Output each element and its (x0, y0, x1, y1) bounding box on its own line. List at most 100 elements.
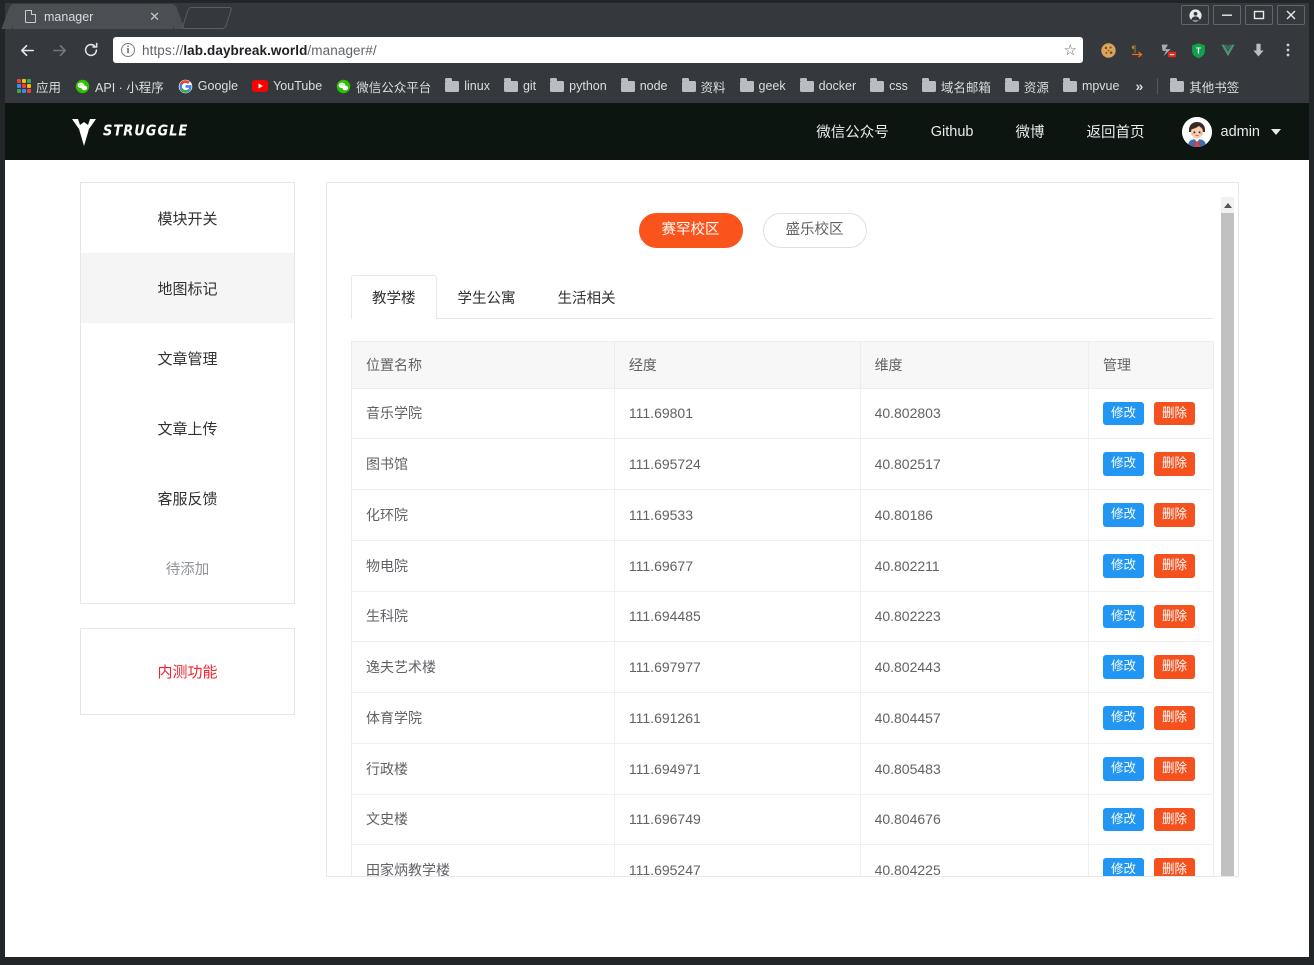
bookmark-folder-docker[interactable]: docker (794, 76, 863, 96)
sidebar-item-article-upload[interactable]: 文章上传 (81, 393, 294, 463)
delete-button[interactable]: 删除 (1154, 452, 1196, 476)
bookmark-folder-domain-mail[interactable]: 域名邮箱 (916, 74, 997, 99)
minimize-icon[interactable] (1213, 5, 1241, 25)
edit-button[interactable]: 修改 (1102, 706, 1144, 730)
edit-button[interactable]: 修改 (1102, 756, 1144, 781)
page-icon (25, 10, 36, 23)
bookmark-star-icon[interactable]: ☆ (1064, 41, 1077, 59)
column-header-longitude: 经度 (613, 340, 861, 389)
bookmark-folder-ziliao[interactable]: 资料 (676, 74, 732, 99)
nav-link-github[interactable]: Github (910, 124, 995, 140)
delete-button[interactable]: 删除 (1154, 604, 1196, 629)
nav-link-wechat[interactable]: 微信公众号 (795, 121, 910, 142)
edit-button[interactable]: 修改 (1102, 553, 1144, 578)
edit-button[interactable]: 修改 (1102, 452, 1144, 476)
user-menu[interactable]: admin (1166, 116, 1281, 147)
cell-location-name: 音乐学院 (351, 388, 615, 440)
cell-longitude: 111.695247 (613, 844, 861, 876)
close-icon[interactable]: ✕ (146, 8, 163, 25)
bookmark-wechat-platform[interactable]: 微信公众平台 (330, 74, 437, 99)
site-info-icon[interactable]: i (121, 43, 135, 57)
nav-link-weibo[interactable]: 微博 (995, 121, 1066, 142)
tab-life-related[interactable]: 生活相关 (537, 275, 637, 319)
cell-location-name: 文史楼 (351, 794, 615, 846)
delete-button[interactable]: 删除 (1154, 655, 1196, 679)
bookmark-folder-python[interactable]: python (544, 76, 613, 96)
panel-scrollbar[interactable] (1221, 197, 1234, 876)
edit-button[interactable]: 修改 (1102, 503, 1144, 527)
bookmark-api-miniprogram[interactable]: API · 小程序 (69, 74, 170, 99)
paragraph-arrow-icon[interactable]: ¶ (1125, 37, 1151, 63)
profile-avatar-icon[interactable] (1181, 5, 1209, 25)
sidebar-item-beta[interactable]: 内测功能 (81, 629, 294, 714)
edit-button[interactable]: 修改 (1102, 604, 1144, 629)
tab-strip: manager ✕ (5, 3, 233, 29)
campus-toggle-group: 赛罕校区 盛乐校区 (351, 213, 1214, 248)
cell-latitude: 40.80186 (859, 489, 1089, 541)
cell-longitude: 111.694485 (613, 591, 861, 643)
bookmark-folder-ziyuan[interactable]: 资源 (999, 74, 1055, 99)
bookmark-google[interactable]: Google (172, 76, 244, 97)
bookmark-folder-linux[interactable]: linux (439, 76, 496, 96)
sidebar-item-pending[interactable]: 待添加 (81, 533, 294, 603)
scroll-up-icon[interactable] (1221, 197, 1234, 213)
cell-longitude: 111.697977 (613, 641, 861, 693)
sidebar-item-map-markers[interactable]: 地图标记 (81, 253, 294, 323)
sidebar: 模块开关 地图标记 文章管理 文章上传 客服反馈 待添加 内测功能 (80, 182, 295, 877)
other-bookmarks-button[interactable]: 其他书签 (1164, 74, 1245, 99)
nav-link-home[interactable]: 返回首页 (1066, 121, 1166, 142)
tab-student-dorms[interactable]: 学生公寓 (437, 275, 537, 319)
back-icon[interactable] (13, 36, 41, 64)
close-window-icon[interactable] (1277, 5, 1305, 25)
bookmarks-overflow-icon[interactable]: » (1127, 78, 1151, 94)
bookmark-folder-node[interactable]: node (615, 76, 674, 96)
sidebar-item-article-manage[interactable]: 文章管理 (81, 323, 294, 393)
bookmark-folder-geek[interactable]: geek (734, 76, 792, 96)
tampermonkey-icon[interactable]: T (1185, 37, 1211, 63)
download-icon[interactable] (1245, 37, 1271, 63)
maximize-icon[interactable] (1245, 5, 1273, 25)
new-tab-button[interactable] (181, 7, 233, 29)
cell-actions: 修改 删除 (1087, 641, 1215, 693)
delete-button[interactable]: 删除 (1154, 706, 1196, 730)
edit-button[interactable]: 修改 (1102, 858, 1144, 876)
vue-devtools-icon[interactable] (1215, 37, 1241, 63)
bookmark-apps[interactable]: 应用 (11, 74, 67, 99)
bookmark-label: mpvue (1081, 79, 1120, 93)
campus-button-shengle[interactable]: 盛乐校区 (762, 213, 867, 248)
bookmark-youtube[interactable]: YouTube (246, 76, 328, 96)
edit-button[interactable]: 修改 (1102, 401, 1144, 426)
cell-actions: 修改 删除 (1087, 692, 1215, 744)
cell-latitude: 40.804457 (859, 692, 1089, 744)
delete-button[interactable]: 删除 (1154, 553, 1196, 578)
delete-button[interactable]: 删除 (1154, 401, 1196, 426)
delete-button[interactable]: 删除 (1154, 756, 1196, 781)
tab-teaching-buildings[interactable]: 教学楼 (351, 274, 437, 319)
edit-button[interactable]: 修改 (1102, 807, 1144, 832)
reload-icon[interactable] (77, 36, 105, 64)
bookmark-label: linux (464, 79, 490, 93)
sidebar-beta-card: 内测功能 (80, 628, 295, 715)
cell-latitude: 40.804676 (859, 794, 1089, 846)
bookmark-folder-css[interactable]: css (864, 76, 914, 96)
delete-button[interactable]: 删除 (1154, 503, 1196, 527)
sidebar-item-module-switch[interactable]: 模块开关 (81, 183, 294, 253)
proxy-switch-icon[interactable] (1155, 37, 1181, 63)
cell-location-name: 物电院 (351, 540, 615, 592)
campus-button-saihan[interactable]: 赛罕校区 (638, 213, 743, 248)
cell-longitude: 111.69533 (613, 489, 861, 541)
browser-tab[interactable]: manager ✕ (13, 4, 173, 29)
bookmark-folder-git[interactable]: git (498, 76, 542, 96)
cookie-icon[interactable] (1095, 37, 1121, 63)
row-actions: 修改 删除 (1102, 604, 1199, 629)
site-logo[interactable]: STRUGGLE (71, 117, 188, 147)
chrome-menu-icon[interactable] (1275, 37, 1301, 63)
bookmark-folder-mpvue[interactable]: mpvue (1057, 76, 1126, 96)
delete-button[interactable]: 删除 (1154, 858, 1196, 876)
sidebar-item-feedback[interactable]: 客服反馈 (81, 463, 294, 533)
scrollbar-thumb[interactable] (1221, 213, 1234, 876)
edit-button[interactable]: 修改 (1102, 655, 1144, 679)
forward-icon[interactable] (45, 36, 73, 64)
delete-button[interactable]: 删除 (1154, 807, 1196, 832)
address-bar[interactable]: i https://lab.daybreak.world/manager#/ ☆ (113, 37, 1083, 63)
